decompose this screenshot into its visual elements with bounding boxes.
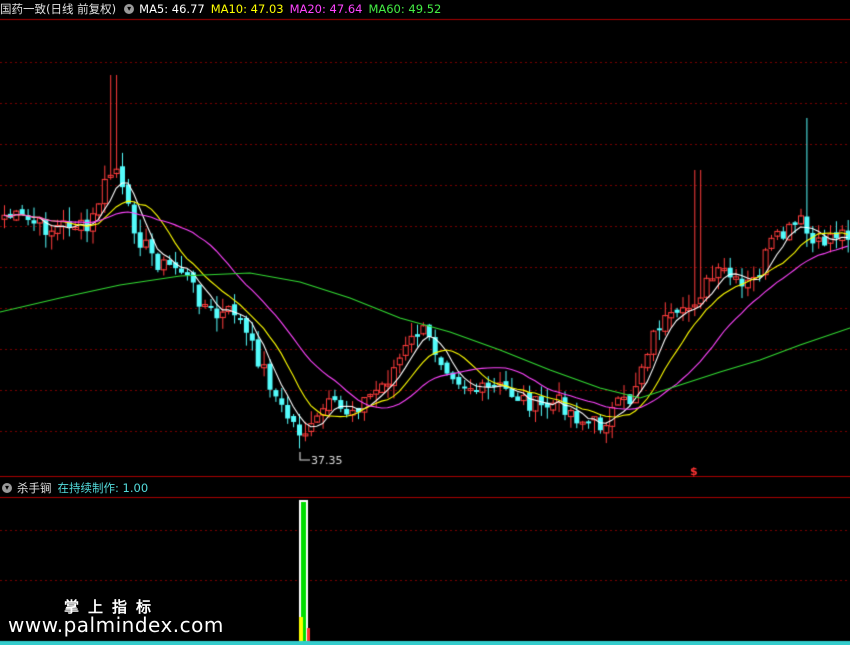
stock-title: 国药一致(日线 前复权): [0, 2, 117, 16]
ma60-value: MA60: 49.52: [368, 2, 442, 16]
indicator-name: 杀手锏: [17, 481, 52, 495]
settings-circle-icon[interactable]: ▾: [124, 4, 135, 14]
ma5-value: MA5: 46.77: [139, 2, 205, 16]
price-panel-header: 国药一致(日线 前复权) ▾ MA5: 46.77 MA10: 47.03 MA…: [0, 0, 447, 18]
ma20-value: MA20: 47.64: [289, 2, 363, 16]
indicator-status: 在持续制作: 1.00: [57, 481, 149, 495]
indicator-settings-circle-icon[interactable]: ▾: [2, 483, 12, 493]
kline-chart-canvas[interactable]: [0, 0, 850, 645]
ma10-value: MA10: 47.03: [210, 2, 284, 16]
indicator-panel-header: ▾ 杀手锏 在持续制作: 1.00: [0, 479, 154, 497]
watermark-url: www.palmindex.com: [8, 613, 224, 637]
